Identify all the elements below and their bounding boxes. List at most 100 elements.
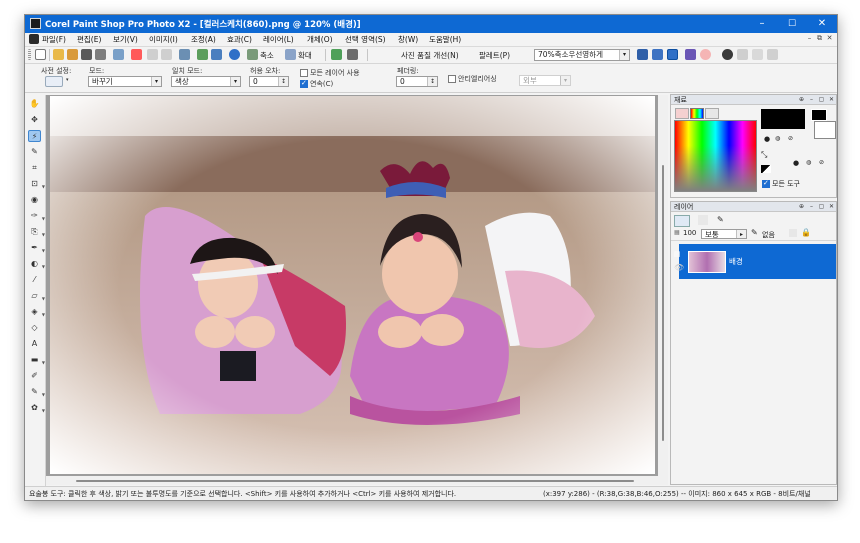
- restore-icon[interactable]: ▢: [818, 203, 825, 210]
- text-tool-icon[interactable]: A: [28, 338, 41, 350]
- background-swatch-small[interactable]: [811, 109, 827, 121]
- flood-fill-tool-icon[interactable]: ◈ ▼: [28, 306, 45, 318]
- minimize-icon[interactable]: –: [808, 203, 815, 210]
- info-icon[interactable]: [229, 49, 240, 60]
- image-canvas[interactable]: [50, 96, 655, 474]
- copy-icon[interactable]: [197, 49, 208, 60]
- browse-icon[interactable]: [67, 49, 78, 60]
- selection-brush-tool-icon[interactable]: ◇: [28, 322, 41, 334]
- match-mode-select[interactable]: 색상 ▾: [171, 76, 241, 87]
- clone-tool-icon[interactable]: ⎘ ▼: [28, 226, 45, 238]
- minimize-icon[interactable]: –: [808, 96, 815, 103]
- use-all-layers-checkbox[interactable]: [300, 69, 308, 77]
- record-icon[interactable]: [722, 49, 733, 60]
- mdi-minimize-button[interactable]: –: [805, 34, 814, 43]
- layer-group-icon[interactable]: ▤: [674, 250, 684, 258]
- foreground-swatch[interactable]: [761, 109, 805, 129]
- zoom-in-label[interactable]: 확대: [298, 50, 312, 61]
- menu-help[interactable]: 도움말(H): [429, 34, 461, 45]
- vertical-scrollbar[interactable]: [658, 95, 668, 485]
- minimize-button[interactable]: –: [747, 15, 777, 33]
- record-script-icon[interactable]: [685, 49, 696, 60]
- close-icon[interactable]: ✕: [828, 203, 835, 210]
- red-eye-tool-icon[interactable]: ◉: [28, 194, 41, 206]
- close-icon[interactable]: ✕: [828, 96, 835, 103]
- menu-selections[interactable]: 선택 영역(S): [345, 34, 386, 45]
- chevron-down-icon[interactable]: ▾: [230, 77, 240, 86]
- stop-icon[interactable]: [700, 49, 711, 60]
- menu-effects[interactable]: 효과(C): [227, 34, 252, 45]
- mdi-close-button[interactable]: ✕: [825, 34, 834, 43]
- rainbow-tab-icon[interactable]: [690, 108, 704, 119]
- zoom-out-icon[interactable]: [247, 49, 258, 60]
- pin-icon[interactable]: ⊕: [798, 203, 805, 210]
- chevron-down-icon[interactable]: ▾: [66, 77, 69, 83]
- all-tools-checkbox[interactable]: [762, 179, 770, 188]
- none-icon[interactable]: ⊘: [788, 135, 793, 142]
- maximize-button[interactable]: ☐: [777, 15, 807, 33]
- chevron-down-icon[interactable]: ▾: [560, 76, 570, 85]
- script-icon[interactable]: [331, 49, 342, 60]
- preset-shape-tool-icon[interactable]: ▬ ▼: [28, 354, 45, 366]
- tolerance-stepper[interactable]: 0 ↕: [249, 76, 289, 87]
- edit-script-icon[interactable]: [652, 49, 663, 60]
- menu-view[interactable]: 보기(V): [113, 34, 138, 45]
- gradient-icon[interactable]: ◍: [775, 135, 780, 142]
- lock-icon[interactable]: 🔒: [801, 228, 811, 237]
- new-file-icon[interactable]: [35, 49, 46, 60]
- save-recording-icon[interactable]: [767, 49, 778, 60]
- menu-window[interactable]: 창(W): [398, 34, 418, 45]
- save-as-icon[interactable]: [95, 49, 106, 60]
- visibility-eye-icon[interactable]: 👁: [674, 263, 684, 272]
- menu-layers[interactable]: 레이어(L): [263, 34, 294, 45]
- view-icon[interactable]: [347, 49, 358, 60]
- redo-icon[interactable]: [161, 49, 172, 60]
- pan-tool-icon[interactable]: ✋: [28, 98, 41, 110]
- menu-image[interactable]: 이미지(I): [149, 34, 178, 45]
- dropper-tool-icon[interactable]: ✎: [28, 146, 41, 158]
- background-swatch[interactable]: [814, 121, 836, 139]
- solid-color-icon[interactable]: ●: [793, 159, 799, 167]
- none-icon[interactable]: ⊘: [819, 159, 824, 166]
- close-button[interactable]: ✕: [807, 15, 837, 33]
- script-combo[interactable]: 70%축소우선영하게 ▾: [534, 49, 630, 61]
- mode-select[interactable]: 바꾸기 ▾: [88, 76, 162, 87]
- menu-adjust[interactable]: 조정(A): [191, 34, 216, 45]
- link-set-value[interactable]: 없음: [762, 230, 775, 240]
- restore-icon[interactable]: ▢: [818, 96, 825, 103]
- smudge-tool-icon[interactable]: ⁄: [28, 274, 41, 286]
- swatches-tab-icon[interactable]: [705, 108, 719, 119]
- crop-tool-icon[interactable]: ⌗: [28, 162, 41, 174]
- run-script-icon[interactable]: [637, 49, 648, 60]
- reset-colors-icon[interactable]: [761, 165, 771, 173]
- straighten-tool-icon[interactable]: ⊡ ▼: [28, 178, 45, 190]
- solid-color-icon[interactable]: ●: [764, 135, 770, 143]
- palette-menu[interactable]: 팔레트(P): [479, 50, 510, 61]
- link-icon[interactable]: ✎: [751, 228, 758, 237]
- opacity-value[interactable]: 100: [683, 229, 696, 237]
- paint-brush-tool-icon[interactable]: ✒ ▼: [28, 242, 45, 254]
- spin-arrows-icon[interactable]: ↕: [278, 77, 288, 86]
- paste-icon[interactable]: [211, 49, 222, 60]
- preset-wand-icon[interactable]: [45, 76, 63, 87]
- spin-arrows-icon[interactable]: ↕: [427, 77, 437, 86]
- delete-layer-icon[interactable]: [698, 215, 708, 225]
- picture-tube-tool-icon[interactable]: ✿ ▼: [28, 402, 45, 414]
- eraser-tool-icon[interactable]: ▱ ▼: [28, 290, 45, 302]
- menu-file[interactable]: 파일(F): [42, 34, 66, 45]
- antialias-checkbox[interactable]: [448, 75, 456, 83]
- chevron-down-icon[interactable]: ▾: [151, 77, 161, 86]
- photo-quality-menu[interactable]: 사진 품질 개선(N): [401, 50, 459, 61]
- chevron-down-icon[interactable]: ▸: [736, 230, 746, 238]
- scroll-thumb[interactable]: [76, 480, 634, 482]
- pause-icon[interactable]: [737, 49, 748, 60]
- swap-colors-icon[interactable]: ⤡: [761, 150, 773, 160]
- blend-mode-select[interactable]: 보통 ▸: [701, 229, 747, 239]
- zoom-in-icon[interactable]: [285, 49, 296, 60]
- new-layer-icon[interactable]: [674, 215, 690, 227]
- color-picker[interactable]: [674, 120, 757, 192]
- frame-tab-icon[interactable]: [675, 108, 689, 119]
- feather-stepper[interactable]: 0 ↕: [396, 76, 438, 87]
- open-folder-icon[interactable]: [53, 49, 64, 60]
- menu-edit[interactable]: 편집(E): [77, 34, 101, 45]
